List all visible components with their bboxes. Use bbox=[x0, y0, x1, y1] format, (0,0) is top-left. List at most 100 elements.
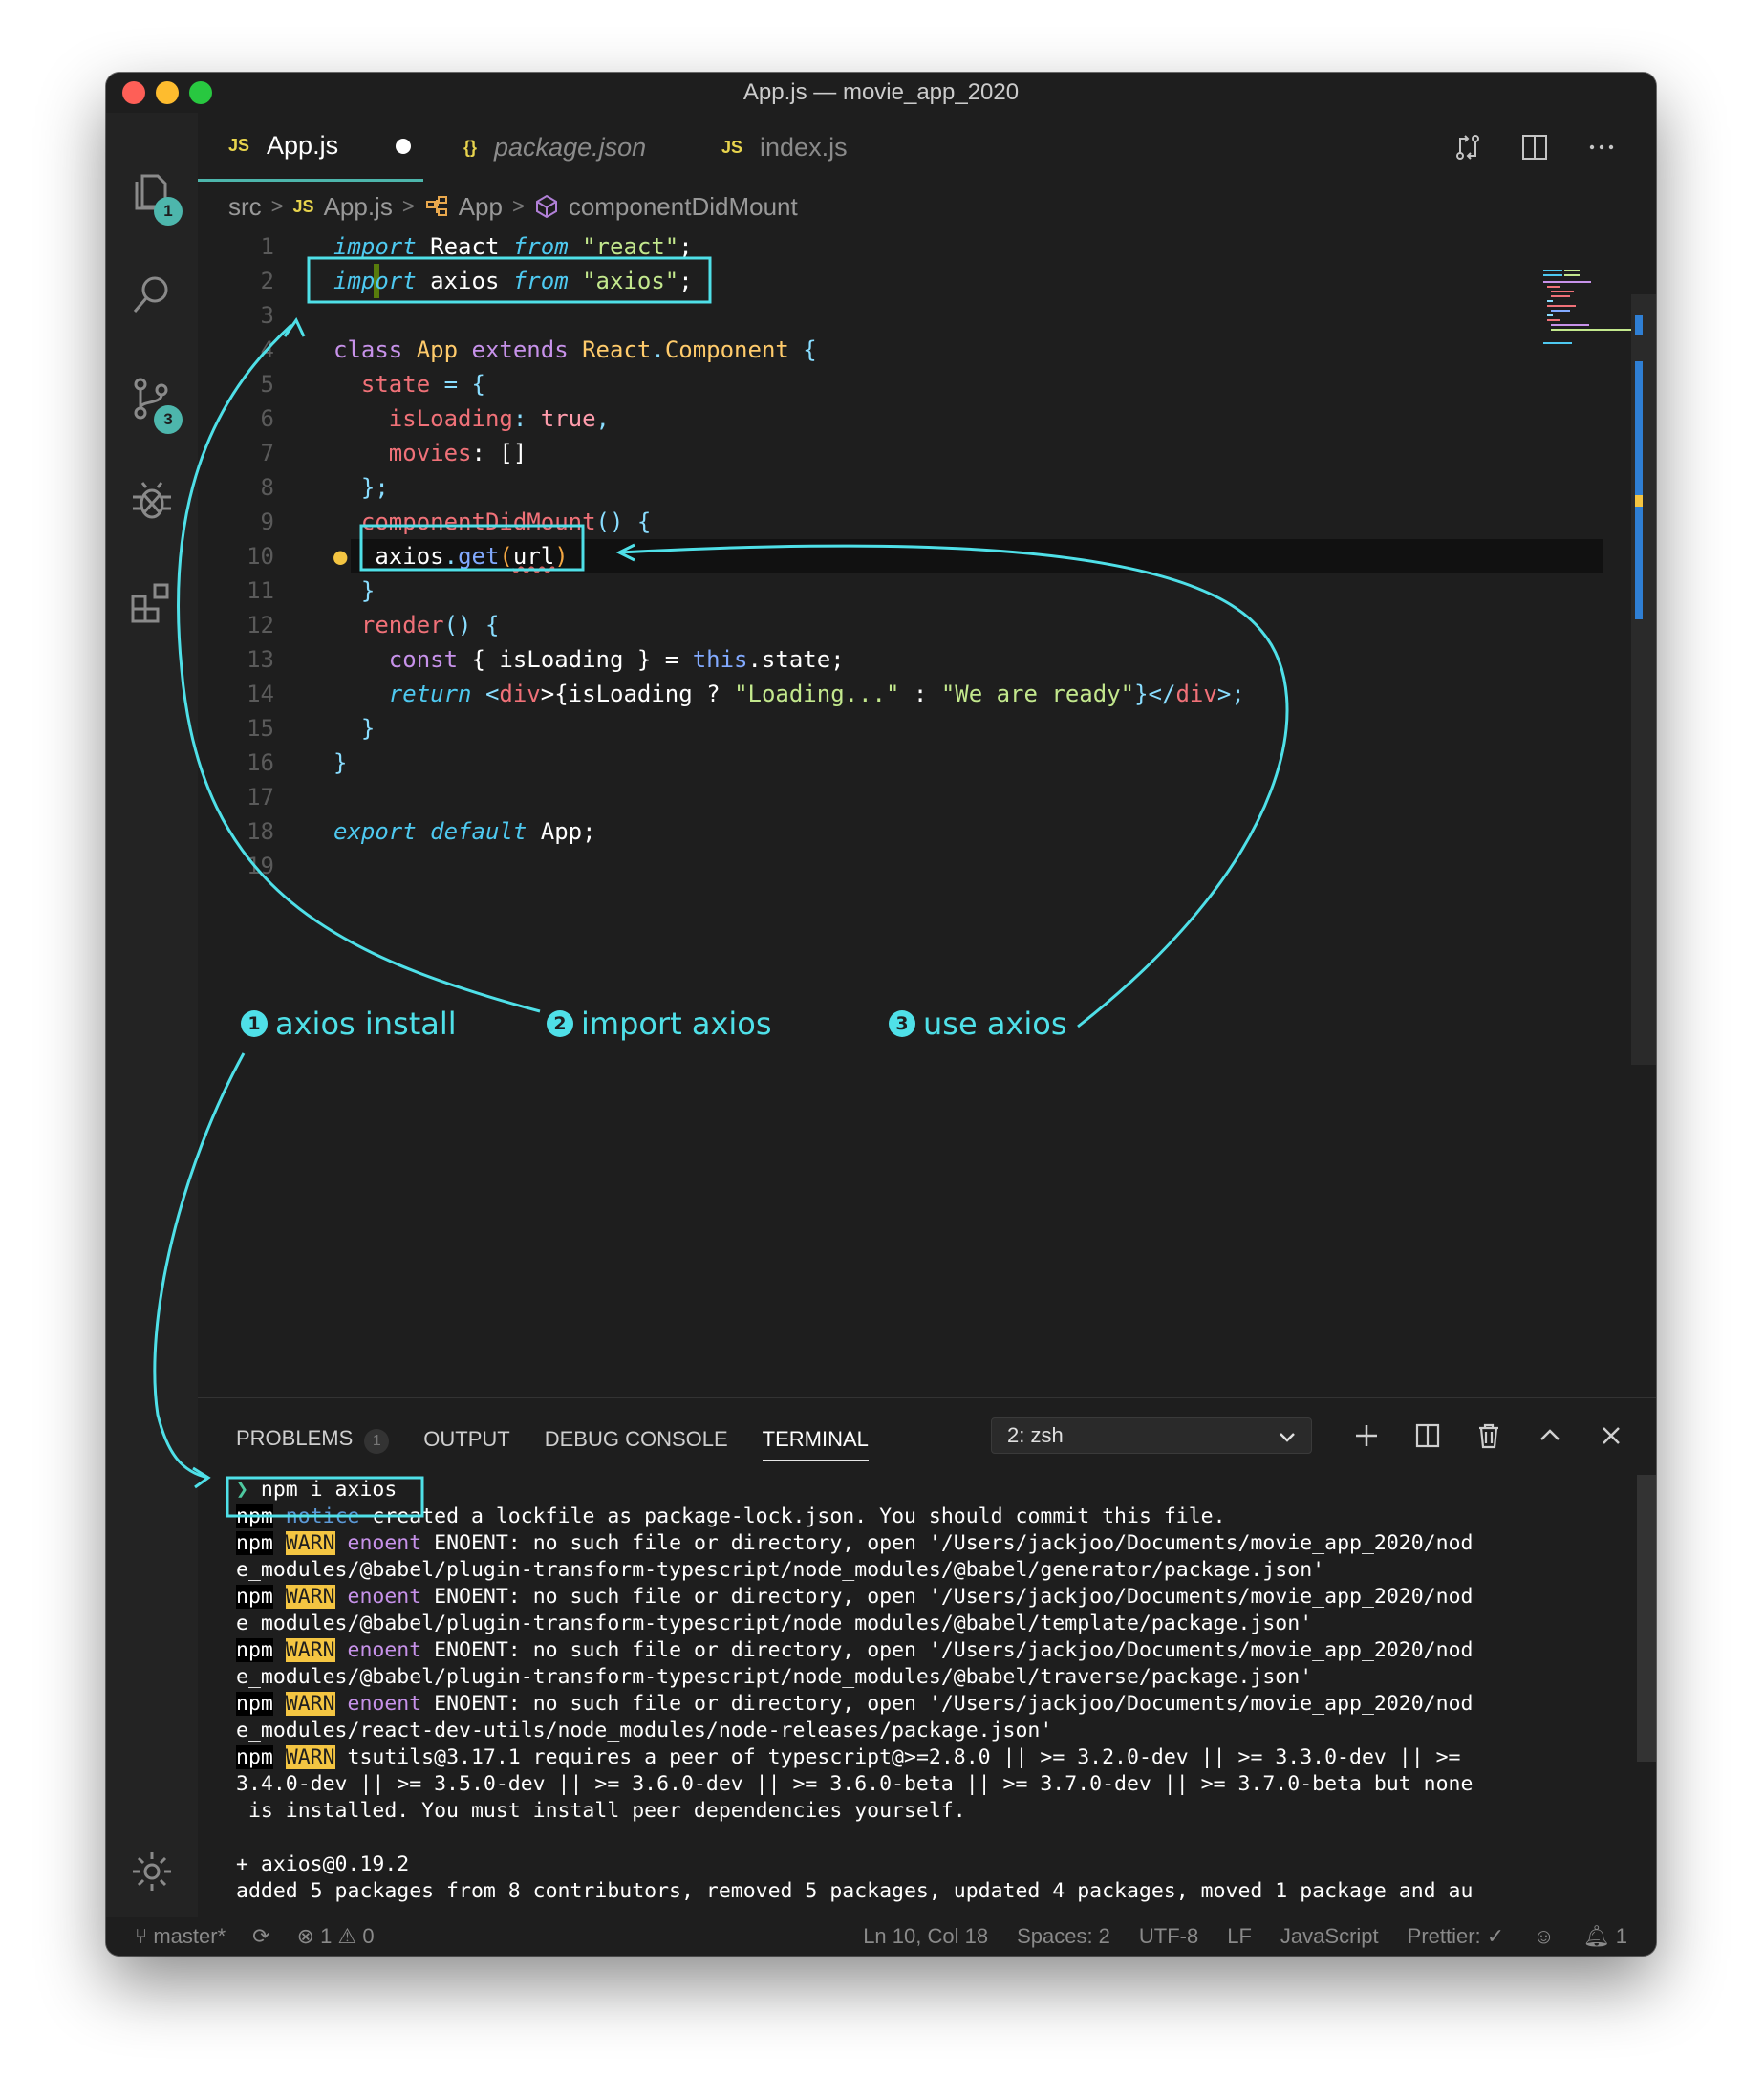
tab-label: index.js bbox=[760, 132, 848, 162]
branch-name: master* bbox=[153, 1924, 226, 1948]
terminal-output[interactable]: ❯ npm i axios npm notice created a lockf… bbox=[236, 1477, 1603, 1905]
code-line: 1 import React from "react"; bbox=[260, 233, 693, 260]
code-line: 4 class App extends React.Component { bbox=[260, 336, 817, 363]
code-line: 3 bbox=[260, 302, 274, 329]
terminal-scrollbar[interactable] bbox=[1637, 1475, 1656, 1762]
problems-indicator[interactable]: ⊗ 1 ⚠ 0 bbox=[297, 1917, 375, 1956]
maximize-window-button[interactable] bbox=[189, 81, 212, 104]
js-file-icon: JS bbox=[228, 136, 250, 155]
lightbulb-icon[interactable]: ● bbox=[333, 543, 347, 570]
extensions-button[interactable] bbox=[106, 564, 198, 640]
tab-problems[interactable]: PROBLEMS 1 bbox=[236, 1426, 390, 1454]
debug-button[interactable] bbox=[106, 463, 198, 539]
scm-badge: 3 bbox=[154, 405, 183, 434]
chevron-down-icon bbox=[1280, 1433, 1295, 1442]
tab-package-json[interactable]: {} package.json bbox=[463, 113, 646, 182]
search-button[interactable] bbox=[106, 256, 198, 333]
source-control-button[interactable]: 3 bbox=[106, 359, 198, 436]
code-line: 12 render() { bbox=[247, 612, 500, 638]
code-line: 14 return <div>{isLoading ? "Loading..."… bbox=[247, 681, 1245, 707]
class-icon bbox=[425, 196, 447, 216]
editor-tabs: JS App.js {} package.json JS index.js bbox=[198, 113, 1656, 182]
code-line: 19 bbox=[247, 853, 274, 879]
cursor-position[interactable]: Ln 10, Col 18 bbox=[863, 1917, 988, 1956]
annotation-step-2: 2 import axios bbox=[547, 1006, 772, 1042]
terminal-line: npm WARN tsutils@3.17.1 requires a peer … bbox=[236, 1745, 1461, 1769]
warning-icon: ⚠ bbox=[337, 1924, 357, 1948]
branch-indicator[interactable]: ⑂ master* bbox=[135, 1917, 226, 1956]
feedback-icon[interactable]: ☺ bbox=[1533, 1917, 1554, 1956]
open-changes-icon[interactable] bbox=[1452, 131, 1484, 163]
code-editor[interactable]: 1 import React from "react"; 2 import axio… bbox=[198, 229, 1603, 883]
prettier-status[interactable]: Prettier: ✓ bbox=[1408, 1917, 1505, 1956]
breadcrumb-class[interactable]: App bbox=[459, 192, 503, 222]
split-terminal-icon[interactable] bbox=[1411, 1419, 1444, 1452]
breadcrumb-folder[interactable]: src bbox=[228, 192, 262, 222]
branch-icon: ⑂ bbox=[135, 1924, 148, 1948]
code-line: 18 export default App; bbox=[247, 818, 596, 845]
code-line-current: 10 ● axios.get(url) bbox=[247, 539, 1603, 573]
debug-icon bbox=[133, 482, 171, 519]
terminal-line: added 5 packages from 8 contributors, re… bbox=[236, 1879, 1474, 1903]
extensions-icon bbox=[131, 583, 169, 623]
code-line: 5 state = { bbox=[260, 371, 485, 398]
js-file-icon: JS bbox=[292, 196, 314, 216]
chevron-right-icon: > bbox=[270, 194, 284, 218]
split-editor-icon[interactable] bbox=[1518, 131, 1551, 163]
more-actions-icon[interactable] bbox=[1585, 131, 1618, 163]
terminal-line: npm WARN enoent ENOENT: no such file or … bbox=[236, 1585, 1474, 1609]
code-line: 16} bbox=[247, 749, 348, 776]
panel-tabs: PROBLEMS 1 OUTPUT DEBUG CONSOLE TERMINAL bbox=[236, 1416, 869, 1463]
tab-app-js[interactable]: JS App.js bbox=[198, 113, 423, 182]
bottom-panel: PROBLEMS 1 OUTPUT DEBUG CONSOLE TERMINAL … bbox=[198, 1397, 1656, 1917]
explorer-badge: 1 bbox=[154, 197, 183, 226]
terminal-select[interactable]: 2: zsh bbox=[991, 1417, 1312, 1454]
code-line: 7 movies: [] bbox=[260, 440, 527, 466]
bell-icon: 🔔︎ bbox=[1582, 1924, 1610, 1948]
close-icon[interactable] bbox=[1595, 1419, 1627, 1452]
encoding[interactable]: UTF-8 bbox=[1139, 1917, 1198, 1956]
chevron-up-icon[interactable] bbox=[1534, 1419, 1566, 1452]
terminal-line: e_modules/@babel/plugin-transform-typesc… bbox=[236, 1665, 1313, 1689]
status-bar: ⑂ master* ⟳ ⊗ 1 ⚠ 0 Ln 10, Col 18 Spaces… bbox=[106, 1917, 1656, 1956]
sync-icon[interactable]: ⟳ bbox=[252, 1917, 269, 1956]
tab-terminal[interactable]: TERMINAL bbox=[762, 1427, 869, 1461]
end-of-line[interactable]: LF bbox=[1227, 1917, 1252, 1956]
chevron-right-icon: > bbox=[511, 194, 525, 218]
explorer-button[interactable]: 1 bbox=[106, 153, 198, 229]
code-line: 6 isLoading: true, bbox=[260, 405, 610, 432]
annotation-step-3: 3 use axios bbox=[889, 1006, 1067, 1042]
settings-button[interactable] bbox=[106, 1833, 198, 1910]
breadcrumb-file[interactable]: App.js bbox=[324, 192, 393, 222]
panel-actions bbox=[1350, 1416, 1627, 1456]
scroll-marker bbox=[1635, 315, 1643, 335]
tab-label: App.js bbox=[267, 131, 339, 160]
code-line: 2 import axios from "axios"; bbox=[260, 268, 693, 294]
trash-icon[interactable] bbox=[1473, 1419, 1505, 1452]
unsaved-dot-icon[interactable] bbox=[396, 138, 412, 154]
json-file-icon: {} bbox=[463, 137, 478, 157]
js-file-icon: JS bbox=[721, 137, 743, 157]
activity-bar: 1 3 bbox=[106, 113, 198, 1917]
code-line: 8 }; bbox=[260, 474, 389, 501]
annotation-step-1: 1 axios install bbox=[241, 1006, 457, 1042]
editor-scrollbar[interactable] bbox=[1631, 294, 1656, 1065]
problems-count-badge: 1 bbox=[364, 1428, 390, 1454]
scroll-marker bbox=[1635, 361, 1643, 619]
terminal-line: npm notice created a lockfile as package… bbox=[236, 1504, 1226, 1528]
breadcrumb-method[interactable]: componentDidMount bbox=[569, 192, 798, 222]
language-mode[interactable]: JavaScript bbox=[1280, 1917, 1379, 1956]
tab-debug-console[interactable]: DEBUG CONSOLE bbox=[545, 1427, 728, 1452]
indentation[interactable]: Spaces: 2 bbox=[1017, 1917, 1110, 1956]
new-terminal-icon[interactable] bbox=[1350, 1419, 1383, 1452]
tab-output[interactable]: OUTPUT bbox=[423, 1427, 509, 1452]
window-title: App.js — movie_app_2020 bbox=[742, 79, 1020, 105]
scroll-marker bbox=[1635, 495, 1643, 507]
terminal-line: ❯ npm i axios bbox=[236, 1478, 398, 1502]
terminal-line: e_modules/react-dev-utils/node_modules/n… bbox=[236, 1719, 1053, 1742]
tab-index-js[interactable]: JS index.js bbox=[721, 113, 848, 182]
terminal-line: e_modules/@babel/plugin-transform-typesc… bbox=[236, 1612, 1313, 1635]
notifications[interactable]: 🔔︎ 1 bbox=[1583, 1917, 1627, 1956]
minimize-window-button[interactable] bbox=[156, 81, 179, 104]
close-window-button[interactable] bbox=[122, 81, 145, 104]
